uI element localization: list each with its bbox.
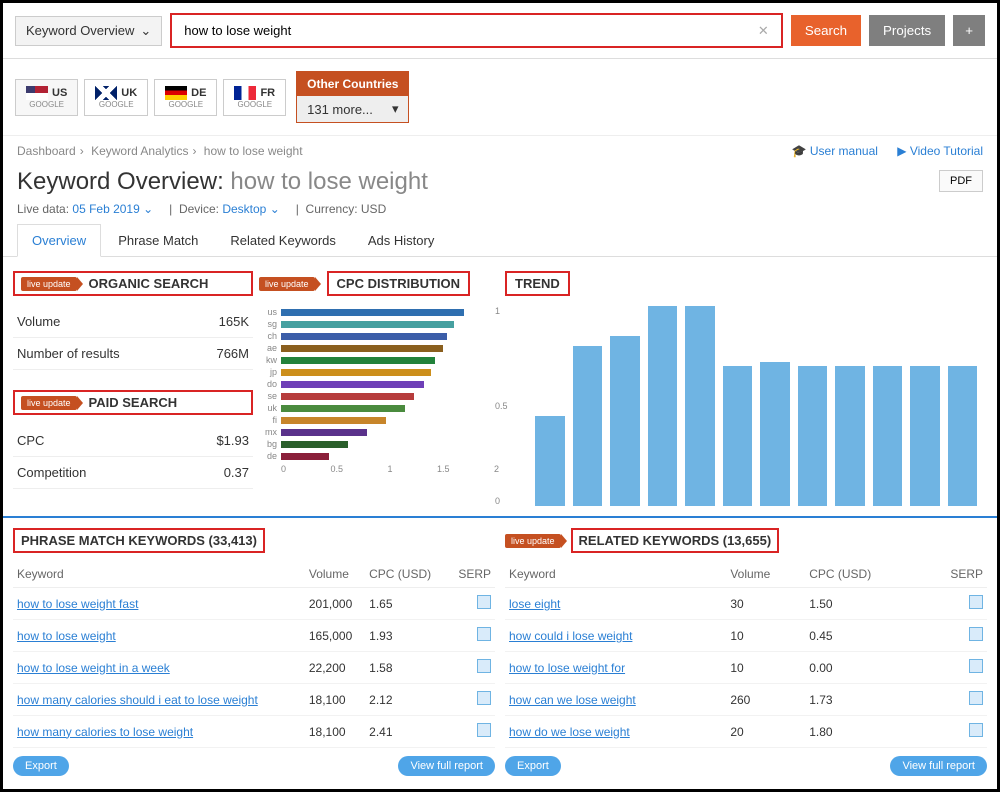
view-report-button[interactable]: View full report [398, 756, 495, 776]
serp-icon[interactable] [477, 723, 491, 737]
live-update-badge: live update [505, 534, 561, 548]
other-countries-count: 131 more... [307, 102, 373, 117]
meta-row: Live data: 05 Feb 2019 ⌄ | Device: Deskt… [3, 200, 997, 224]
serp-icon[interactable] [477, 659, 491, 673]
paid-search-title: PAID SEARCH [89, 395, 178, 410]
live-update-badge: live update [21, 277, 77, 291]
view-report-button[interactable]: View full report [890, 756, 987, 776]
metric-row: Number of results766M [13, 338, 253, 370]
table-row: how many calories should i eat to lose w… [13, 684, 495, 716]
live-update-badge: live update [259, 277, 315, 291]
organic-search-title: ORGANIC SEARCH [89, 276, 209, 291]
country-uk[interactable]: UKGOOGLE [84, 79, 148, 116]
keyword-link[interactable]: how do we lose weight [509, 725, 630, 739]
search-input[interactable] [174, 16, 748, 45]
related-table: KeywordVolumeCPC (USD)SERP lose eight301… [505, 561, 987, 748]
table-row: how could i lose weight100.45 [505, 620, 987, 652]
serp-icon[interactable] [477, 627, 491, 641]
serp-icon[interactable] [969, 627, 983, 641]
user-manual-link[interactable]: 🎓 User manual [792, 144, 878, 158]
metric-row: CPC$1.93 [13, 425, 253, 457]
export-button[interactable]: Export [13, 756, 69, 776]
serp-icon[interactable] [477, 691, 491, 705]
tab-related-keywords[interactable]: Related Keywords [215, 224, 351, 256]
crumb-dashboard[interactable]: Dashboard [17, 144, 76, 158]
table-row: how to lose weight fast201,0001.65 [13, 588, 495, 620]
metric-row: Volume165K [13, 306, 253, 338]
live-update-badge: live update [21, 396, 77, 410]
serp-icon[interactable] [969, 595, 983, 609]
country-de[interactable]: DEGOOGLE [154, 79, 217, 116]
pdf-button[interactable]: PDF [939, 170, 983, 192]
trend-title: TREND [505, 271, 570, 296]
currency-label: Currency: USD [306, 202, 387, 216]
metric-row: Competition0.37 [13, 457, 253, 489]
table-row: lose eight301.50 [505, 588, 987, 620]
device-select[interactable]: Desktop ⌄ [222, 202, 279, 216]
other-countries-title: Other Countries [297, 72, 408, 96]
scope-label: Keyword Overview [26, 23, 134, 38]
projects-button[interactable]: Projects [869, 15, 945, 46]
tab-ads-history[interactable]: Ads History [353, 224, 449, 256]
keyword-link[interactable]: how to lose weight in a week [17, 661, 170, 675]
trend-chart [525, 306, 987, 506]
country-fr[interactable]: FRGOOGLE [223, 79, 286, 116]
related-keywords-title: RELATED KEYWORDS (13,655) [571, 528, 780, 553]
keyword-link[interactable]: lose eight [509, 597, 560, 611]
chevron-down-icon: ⌄ [140, 23, 151, 39]
table-row: how can we lose weight2601.73 [505, 684, 987, 716]
chevron-down-icon: ▾ [392, 101, 399, 117]
serp-icon[interactable] [969, 691, 983, 705]
serp-icon[interactable] [969, 659, 983, 673]
crumb-analytics[interactable]: Keyword Analytics [91, 144, 188, 158]
keyword-link[interactable]: how to lose weight fast [17, 597, 138, 611]
table-row: how to lose weight in a week22,2001.58 [13, 652, 495, 684]
table-row: how to lose weight165,0001.93 [13, 620, 495, 652]
serp-icon[interactable] [477, 595, 491, 609]
cpc-chart: ussgchaekwjpdoseukfimxbgde [259, 306, 499, 462]
clear-icon[interactable]: ✕ [748, 23, 779, 39]
table-row: how many calories to lose weight18,1002.… [13, 716, 495, 748]
live-date[interactable]: 05 Feb 2019 ⌄ [72, 202, 153, 216]
keyword-link[interactable]: how many calories should i eat to lose w… [17, 693, 258, 707]
keyword-link[interactable]: how can we lose weight [509, 693, 636, 707]
keyword-link[interactable]: how many calories to lose weight [17, 725, 193, 739]
page-title: Keyword Overview: how to lose weight [3, 166, 997, 200]
export-button[interactable]: Export [505, 756, 561, 776]
tab-phrase-match[interactable]: Phrase Match [103, 224, 213, 256]
keyword-link[interactable]: how to lose weight [17, 629, 116, 643]
search-wrapper: ✕ [170, 13, 783, 48]
cpc-distribution-title: CPC DISTRIBUTION [327, 271, 471, 296]
search-button[interactable]: Search [791, 15, 861, 46]
keyword-link[interactable]: how to lose weight for [509, 661, 625, 675]
video-tutorial-link[interactable]: ▶ Video Tutorial [897, 144, 983, 158]
phrase-match-title: PHRASE MATCH KEYWORDS (33,413) [13, 528, 265, 553]
tab-overview[interactable]: Overview [17, 224, 101, 257]
table-row: how do we lose weight201.80 [505, 716, 987, 748]
serp-icon[interactable] [969, 723, 983, 737]
phrase-table: KeywordVolumeCPC (USD)SERP how to lose w… [13, 561, 495, 748]
table-row: how to lose weight for100.00 [505, 652, 987, 684]
country-us[interactable]: USGOOGLE [15, 79, 78, 116]
add-button[interactable]: + [953, 15, 985, 46]
breadcrumb: Dashboard› Keyword Analytics› how to los… [17, 144, 303, 158]
scope-dropdown[interactable]: Keyword Overview ⌄ [15, 16, 162, 46]
other-countries[interactable]: Other Countries 131 more... ▾ [296, 71, 409, 123]
keyword-link[interactable]: how could i lose weight [509, 629, 632, 643]
crumb-current: how to lose weight [204, 144, 303, 158]
